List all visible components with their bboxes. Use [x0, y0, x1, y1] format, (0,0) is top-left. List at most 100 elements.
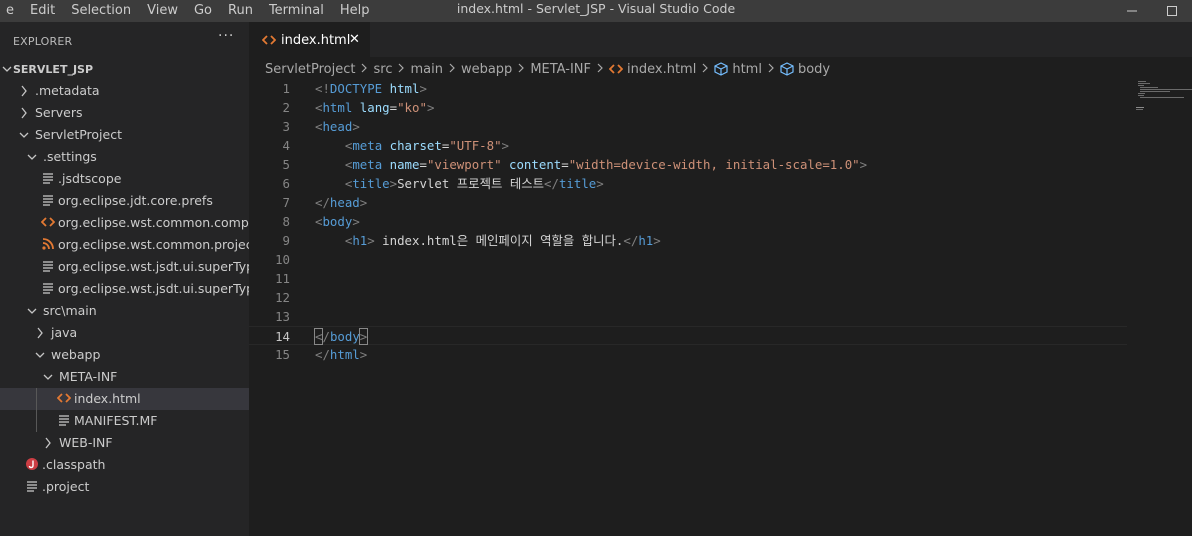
- breadcrumb-item[interactable]: ServletProject: [265, 62, 355, 77]
- file-item[interactable]: .classpath: [0, 454, 249, 476]
- code-token: meta: [352, 157, 383, 172]
- folder-item[interactable]: .settings: [0, 146, 249, 168]
- code-line[interactable]: 15 </html>: [249, 345, 1127, 364]
- code-line[interactable]: 4 <meta charset="UTF-8">: [249, 136, 1127, 155]
- code-token: "width=device-width, initial-scale=1.0": [568, 157, 860, 172]
- explorer-more-actions-button[interactable]: ···: [218, 28, 234, 44]
- line-number: 14: [275, 329, 290, 344]
- maximize-button[interactable]: [1152, 0, 1192, 22]
- tab-close-button[interactable]: ✕: [349, 32, 360, 47]
- html-file-icon: [262, 35, 276, 45]
- folder-item[interactable]: META-INF: [0, 366, 249, 388]
- tree-item-label: .metadata: [35, 83, 100, 98]
- chevron-down-icon[interactable]: [35, 347, 45, 363]
- tab-bar: index.html ✕: [249, 22, 1192, 57]
- chevron-down-icon[interactable]: [19, 127, 29, 143]
- chevron-down-icon[interactable]: [27, 303, 37, 319]
- folder-item[interactable]: .metadata: [0, 80, 249, 102]
- breadcrumb-item[interactable]: index.html: [609, 62, 696, 77]
- chevron-down-icon[interactable]: [27, 149, 37, 165]
- line-number: 1: [282, 81, 290, 96]
- tree-item-label: org.eclipse.jdt.core.prefs: [58, 193, 213, 208]
- code-editor[interactable]: 1 <!DOCTYPE html> 2 <html lang="ko"> 3 <head>…: [249, 79, 1192, 536]
- code-text: <h1> index.html은 메인페이지 역할을 합니다.</h1>: [315, 231, 661, 250]
- code-line[interactable]: 14 </body>: [249, 326, 1127, 345]
- folder-item[interactable]: SERVLET_JSP: [0, 58, 249, 80]
- breadcrumb-item[interactable]: body: [780, 62, 830, 77]
- code-token: >: [426, 100, 435, 115]
- code-line[interactable]: 10: [249, 250, 1127, 269]
- chevron-down-icon[interactable]: [2, 61, 12, 77]
- tree-item-label: org.eclipse.wst.jsdt.ui.superType.c...: [58, 259, 249, 274]
- file-item[interactable]: MANIFEST.MF: [0, 410, 249, 432]
- chevron-down-icon[interactable]: [43, 369, 53, 385]
- tab-label: index.html: [281, 33, 351, 48]
- breadcrumb-label: index.html: [627, 61, 697, 77]
- code-line[interactable]: 12: [249, 288, 1127, 307]
- folder-item[interactable]: java: [0, 322, 249, 344]
- folder-item[interactable]: ServletProject: [0, 124, 249, 146]
- minimap[interactable]: [1134, 79, 1192, 119]
- text-cursor: [367, 328, 369, 344]
- chevron-right-icon[interactable]: [19, 105, 29, 121]
- tree-item-label: webapp: [51, 347, 101, 362]
- indent-guide: [36, 410, 37, 432]
- code-token: </: [315, 195, 330, 210]
- code-token: /: [322, 329, 330, 344]
- line-number: 8: [282, 214, 290, 229]
- chevron-right-icon[interactable]: [43, 435, 53, 451]
- tab-index-html[interactable]: index.html ✕: [249, 22, 370, 57]
- file-item[interactable]: .project: [0, 476, 249, 498]
- code-line[interactable]: 8 <body>: [249, 212, 1127, 231]
- tree-item-label: .settings: [43, 149, 97, 164]
- code-line[interactable]: 11: [249, 269, 1127, 288]
- breadcrumb-item[interactable]: META-INF: [530, 62, 591, 77]
- code-line[interactable]: 5 <meta name="viewport" content="width=d…: [249, 155, 1127, 174]
- folder-item[interactable]: webapp: [0, 344, 249, 366]
- code-line[interactable]: 3 <head>: [249, 117, 1127, 136]
- file-item[interactable]: org.eclipse.wst.jsdt.ui.superType.n...: [0, 278, 249, 300]
- code-line[interactable]: 2 <html lang="ko">: [249, 98, 1127, 117]
- rss-file-icon: [41, 237, 55, 253]
- file-item[interactable]: org.eclipse.wst.common.project.fa...: [0, 234, 249, 256]
- code-token: content: [509, 157, 562, 172]
- code-token: head: [329, 195, 360, 210]
- code-token: body: [329, 329, 360, 344]
- file-item[interactable]: .jsdtscope: [0, 168, 249, 190]
- code-line[interactable]: 1 <!DOCTYPE html>: [249, 79, 1127, 98]
- symbol-element-icon: [780, 62, 794, 76]
- tree-item-label: .jsdtscope: [58, 171, 122, 186]
- file-item[interactable]: org.eclipse.jdt.core.prefs: [0, 190, 249, 212]
- code-token: title: [558, 176, 597, 191]
- minimize-button[interactable]: [1112, 0, 1152, 22]
- folder-item[interactable]: src\main: [0, 300, 249, 322]
- chevron-right-icon[interactable]: [19, 83, 29, 99]
- code-token: "viewport": [426, 157, 502, 172]
- breadcrumb-item[interactable]: html: [714, 62, 762, 77]
- chevron-right-icon[interactable]: [35, 325, 45, 341]
- window-controls: [1112, 0, 1192, 22]
- breadcrumb-label: webapp: [460, 61, 513, 77]
- folder-item[interactable]: Servers: [0, 102, 249, 124]
- tree-item-label: .classpath: [42, 457, 106, 472]
- line-number: 13: [275, 309, 290, 324]
- line-number: 10: [275, 252, 290, 267]
- file-item[interactable]: org.eclipse.wst.common.compone...: [0, 212, 249, 234]
- code-line[interactable]: 6 <title>Servlet 프로젝트 테스트</title>: [249, 174, 1127, 193]
- breadcrumb-separator-icon: [397, 62, 405, 77]
- code-line[interactable]: 9 <h1> index.html은 메인페이지 역할을 합니다.</h1>: [249, 231, 1127, 250]
- code-token: head: [322, 119, 353, 134]
- breadcrumb-item[interactable]: src: [373, 62, 392, 77]
- breadcrumb-item[interactable]: webapp: [461, 62, 512, 77]
- file-item[interactable]: org.eclipse.wst.jsdt.ui.superType.c...: [0, 256, 249, 278]
- code-line[interactable]: 13: [249, 307, 1127, 326]
- folder-item[interactable]: WEB-INF: [0, 432, 249, 454]
- code-token: <!: [315, 81, 330, 96]
- file-item[interactable]: index.html: [0, 388, 249, 410]
- breadcrumb-item[interactable]: main: [410, 62, 442, 77]
- code-line[interactable]: 7 </head>: [249, 193, 1127, 212]
